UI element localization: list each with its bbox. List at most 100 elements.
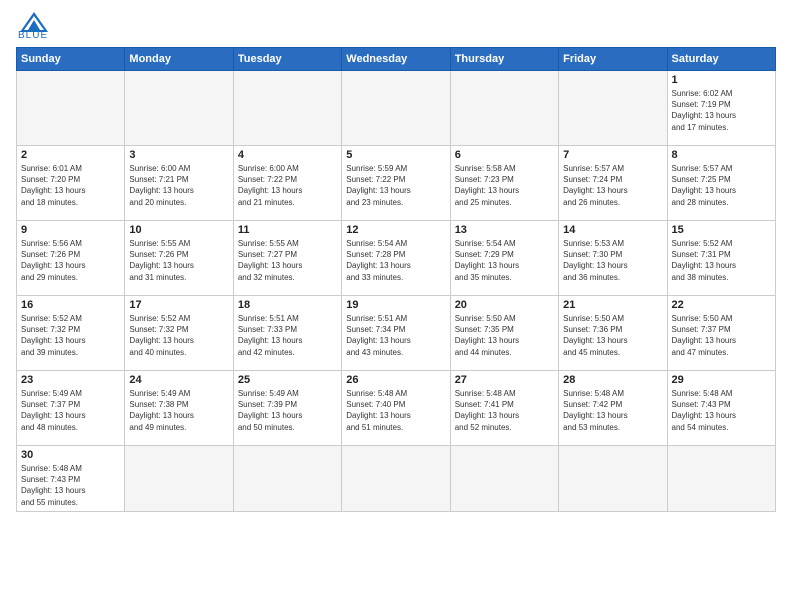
header-wednesday: Wednesday <box>342 48 450 71</box>
day-number: 10 <box>129 224 228 236</box>
header-friday: Friday <box>559 48 667 71</box>
day-info: Sunrise: 5:51 AM Sunset: 7:33 PM Dayligh… <box>238 313 337 358</box>
day-number: 25 <box>238 374 337 386</box>
calendar-cell: 5Sunrise: 5:59 AM Sunset: 7:22 PM Daylig… <box>342 146 450 221</box>
calendar-cell: 26 Sunrise: 5:48 AM Sunset: 7:40 PM Dayli… <box>342 371 450 446</box>
logo-icon <box>20 12 48 32</box>
day-number: 16 <box>21 299 120 311</box>
calendar-cell: 27 Sunrise: 5:48 AM Sunset: 7:41 PM Dayli… <box>450 371 558 446</box>
calendar-cell: 23Sunrise: 5:49 AM Sunset: 7:37 PM Dayli… <box>17 371 125 446</box>
day-info: Sunrise: 5:48 AM Sunset: 7:43 PM Dayligh… <box>21 463 120 508</box>
calendar-cell: 10 Sunrise: 5:55 AM Sunset: 7:26 PM Dayli… <box>125 221 233 296</box>
day-info: Sunrise: 5:50 AM Sunset: 7:37 PM Dayligh… <box>672 313 771 358</box>
calendar-cell: 14 Sunrise: 5:53 AM Sunset: 7:30 PM Dayli… <box>559 221 667 296</box>
calendar-cell: 9 Sunrise: 5:56 AM Sunset: 7:26 PM Daylig… <box>17 221 125 296</box>
day-number: 30 <box>21 449 120 461</box>
day-number: 8 <box>672 149 771 161</box>
day-info: Sunrise: 5:50 AM Sunset: 7:35 PM Dayligh… <box>455 313 554 358</box>
day-number: 2 <box>21 149 120 161</box>
day-info: Sunrise: 5:48 AM Sunset: 7:40 PM Dayligh… <box>346 388 445 433</box>
calendar-cell: 24 Sunrise: 5:49 AM Sunset: 7:38 PM Dayli… <box>125 371 233 446</box>
day-number: 28 <box>563 374 662 386</box>
calendar-cell <box>559 71 667 146</box>
day-number: 3 <box>129 149 228 161</box>
day-number: 7 <box>563 149 662 161</box>
logo: BLUE <box>16 12 48 41</box>
day-number: 1 <box>672 74 771 86</box>
calendar-cell: 12 Sunrise: 5:54 AM Sunset: 7:28 PM Dayli… <box>342 221 450 296</box>
day-info: Sunrise: 5:52 AM Sunset: 7:32 PM Dayligh… <box>129 313 228 358</box>
header-sunday: Sunday <box>17 48 125 71</box>
day-info: Sunrise: 5:49 AM Sunset: 7:38 PM Dayligh… <box>129 388 228 433</box>
day-number: 19 <box>346 299 445 311</box>
day-info: Sunrise: 5:57 AM Sunset: 7:24 PM Dayligh… <box>563 163 662 208</box>
day-info: Sunrise: 5:55 AM Sunset: 7:27 PM Dayligh… <box>238 238 337 283</box>
day-info: Sunrise: 6:00 AM Sunset: 7:22 PM Dayligh… <box>238 163 337 208</box>
day-info: Sunrise: 5:49 AM Sunset: 7:39 PM Dayligh… <box>238 388 337 433</box>
day-info: Sunrise: 5:57 AM Sunset: 7:25 PM Dayligh… <box>672 163 771 208</box>
day-number: 15 <box>672 224 771 236</box>
calendar-cell: 28 Sunrise: 5:48 AM Sunset: 7:42 PM Dayli… <box>559 371 667 446</box>
calendar-cell <box>233 446 341 512</box>
logo-underline: BLUE <box>18 30 48 41</box>
day-info: Sunrise: 5:54 AM Sunset: 7:29 PM Dayligh… <box>455 238 554 283</box>
header-thursday: Thursday <box>450 48 558 71</box>
day-info: Sunrise: 5:53 AM Sunset: 7:30 PM Dayligh… <box>563 238 662 283</box>
calendar-cell: 1 Sunrise: 6:02 AM Sunset: 7:19 PM Daylig… <box>667 71 775 146</box>
weekday-header-row: Sunday Monday Tuesday Wednesday Thursday… <box>17 48 776 71</box>
calendar-cell: 4 Sunrise: 6:00 AM Sunset: 7:22 PM Daylig… <box>233 146 341 221</box>
day-info: Sunrise: 5:59 AM Sunset: 7:22 PM Dayligh… <box>346 163 445 208</box>
day-info: Sunrise: 5:52 AM Sunset: 7:32 PM Dayligh… <box>21 313 120 358</box>
day-number: 4 <box>238 149 337 161</box>
day-number: 24 <box>129 374 228 386</box>
calendar-cell <box>17 71 125 146</box>
day-number: 26 <box>346 374 445 386</box>
day-number: 29 <box>672 374 771 386</box>
calendar-cell <box>559 446 667 512</box>
calendar-cell: 15 Sunrise: 5:52 AM Sunset: 7:31 PM Dayli… <box>667 221 775 296</box>
day-info: Sunrise: 5:48 AM Sunset: 7:42 PM Dayligh… <box>563 388 662 433</box>
calendar-cell: 22Sunrise: 5:50 AM Sunset: 7:37 PM Dayli… <box>667 296 775 371</box>
calendar-cell: 3 Sunrise: 6:00 AM Sunset: 7:21 PM Daylig… <box>125 146 233 221</box>
calendar-cell: 13Sunrise: 5:54 AM Sunset: 7:29 PM Dayli… <box>450 221 558 296</box>
calendar-cell: 17 Sunrise: 5:52 AM Sunset: 7:32 PM Dayli… <box>125 296 233 371</box>
day-info: Sunrise: 5:58 AM Sunset: 7:23 PM Dayligh… <box>455 163 554 208</box>
calendar-cell: 7 Sunrise: 5:57 AM Sunset: 7:24 PM Daylig… <box>559 146 667 221</box>
day-info: Sunrise: 5:48 AM Sunset: 7:41 PM Dayligh… <box>455 388 554 433</box>
day-info: Sunrise: 5:49 AM Sunset: 7:37 PM Dayligh… <box>21 388 120 433</box>
calendar-cell <box>233 71 341 146</box>
day-info: Sunrise: 6:02 AM Sunset: 7:19 PM Dayligh… <box>672 88 771 133</box>
header-saturday: Saturday <box>667 48 775 71</box>
day-number: 21 <box>563 299 662 311</box>
day-number: 20 <box>455 299 554 311</box>
day-info: Sunrise: 5:50 AM Sunset: 7:36 PM Dayligh… <box>563 313 662 358</box>
calendar-cell <box>342 71 450 146</box>
day-number: 12 <box>346 224 445 236</box>
header-monday: Monday <box>125 48 233 71</box>
day-number: 27 <box>455 374 554 386</box>
day-number: 18 <box>238 299 337 311</box>
calendar-cell: 29 Sunrise: 5:48 AM Sunset: 7:43 PM Dayli… <box>667 371 775 446</box>
day-info: Sunrise: 5:56 AM Sunset: 7:26 PM Dayligh… <box>21 238 120 283</box>
day-number: 14 <box>563 224 662 236</box>
header: BLUE <box>16 12 776 41</box>
header-tuesday: Tuesday <box>233 48 341 71</box>
day-info: Sunrise: 6:01 AM Sunset: 7:20 PM Dayligh… <box>21 163 120 208</box>
day-info: Sunrise: 5:54 AM Sunset: 7:28 PM Dayligh… <box>346 238 445 283</box>
day-info: Sunrise: 5:52 AM Sunset: 7:31 PM Dayligh… <box>672 238 771 283</box>
calendar-cell <box>667 446 775 512</box>
calendar-cell: 8 Sunrise: 5:57 AM Sunset: 7:25 PM Daylig… <box>667 146 775 221</box>
calendar-cell <box>342 446 450 512</box>
day-number: 9 <box>21 224 120 236</box>
day-info: Sunrise: 5:48 AM Sunset: 7:43 PM Dayligh… <box>672 388 771 433</box>
calendar-cell: 11Sunrise: 5:55 AM Sunset: 7:27 PM Dayli… <box>233 221 341 296</box>
calendar-cell: 21 Sunrise: 5:50 AM Sunset: 7:36 PM Dayli… <box>559 296 667 371</box>
calendar-cell: 20 Sunrise: 5:50 AM Sunset: 7:35 PM Dayli… <box>450 296 558 371</box>
day-info: Sunrise: 6:00 AM Sunset: 7:21 PM Dayligh… <box>129 163 228 208</box>
calendar-cell: 19Sunrise: 5:51 AM Sunset: 7:34 PM Dayli… <box>342 296 450 371</box>
day-info: Sunrise: 5:55 AM Sunset: 7:26 PM Dayligh… <box>129 238 228 283</box>
calendar-cell: 16 Sunrise: 5:52 AM Sunset: 7:32 PM Dayli… <box>17 296 125 371</box>
calendar-cell <box>125 446 233 512</box>
day-number: 17 <box>129 299 228 311</box>
day-number: 6 <box>455 149 554 161</box>
